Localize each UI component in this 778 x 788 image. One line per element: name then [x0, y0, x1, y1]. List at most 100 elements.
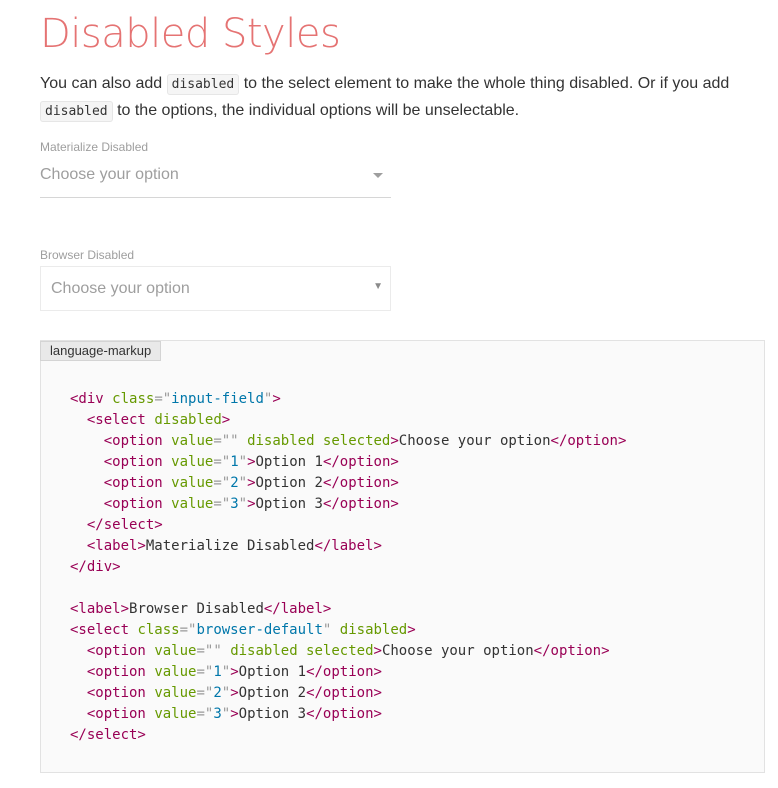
code-line: <label>Materialize Disabled</label>: [70, 538, 382, 554]
code-token: value: [171, 496, 214, 512]
code-line: <option value="2">Option 2</option>: [70, 685, 382, 701]
code-token: >: [221, 412, 231, 428]
code-line: </select>: [70, 517, 163, 533]
code-token: </option>: [306, 706, 382, 722]
code-token: </select>: [70, 727, 146, 743]
code-token: ": [238, 475, 248, 491]
code-token: =": [196, 685, 214, 701]
code-token: </option>: [550, 433, 627, 449]
code-token: >: [247, 475, 256, 491]
code-token: 1: [230, 454, 239, 470]
description-code-1: disabled: [166, 74, 240, 95]
code-token: Materialize Disabled: [145, 538, 315, 554]
code-token: >: [407, 622, 416, 638]
code-token: ="": [213, 433, 239, 449]
code-token: value: [154, 664, 197, 680]
code-token: class: [137, 622, 180, 638]
description-text-3: to the options, the individual options w…: [112, 102, 520, 119]
code-line: <label>Browser Disabled</label>: [70, 601, 331, 617]
code-language-tag: language-markup: [40, 341, 162, 361]
code-line: </select>: [70, 727, 146, 743]
code-token: </select>: [86, 517, 163, 533]
code-token: value: [171, 475, 214, 491]
code-token: Option 3: [255, 496, 323, 512]
code-token: Option 1: [238, 664, 307, 680]
code-token: =": [154, 391, 172, 407]
code-token: <option: [86, 664, 146, 680]
code-token: ": [221, 664, 231, 680]
code-token: >: [373, 643, 382, 659]
code-token: 2: [213, 685, 222, 701]
code-line: <option value="2">Option 2</option>: [70, 475, 399, 491]
code-token: =": [196, 664, 214, 680]
description-code-2: disabled: [40, 101, 113, 122]
code-token: disabled selected: [230, 643, 374, 659]
code-token: </label>: [263, 601, 332, 617]
code-token: >: [230, 706, 239, 722]
code-token: Choose your option: [398, 433, 551, 449]
code-token: value: [154, 685, 197, 701]
code-token: ": [238, 496, 248, 512]
page: Disabled Styles You can also add disable…: [0, 0, 778, 788]
code-token: Option 2: [255, 475, 323, 491]
code-token: class: [112, 391, 155, 407]
code-token: Option 1: [255, 454, 323, 470]
code-line: <option value="1">Option 1</option>: [70, 664, 382, 680]
materialize-disabled-select: Choose your option: [40, 160, 391, 198]
code-token: >: [230, 664, 239, 680]
code-token: value: [154, 643, 197, 659]
code-token: <option: [103, 496, 163, 512]
code-content: <div class="input-field"> <select disabl…: [70, 389, 626, 746]
code-token: Choose your option: [381, 643, 534, 659]
code-token: disabled: [339, 622, 408, 638]
browser-disabled-label: Browser Disabled: [40, 248, 135, 262]
code-line: </div>: [70, 559, 121, 575]
code-token: <div: [70, 391, 104, 407]
code-token: disabled: [154, 412, 222, 428]
caret-down-icon: ▼: [373, 281, 383, 292]
code-token: </option>: [533, 643, 610, 659]
code-line: <option value="" disabled selected>Choos…: [70, 433, 627, 449]
browser-disabled-select: Choose your option ▼: [40, 266, 391, 311]
materialize-disabled-label: Materialize Disabled: [40, 140, 149, 154]
code-token: ": [238, 454, 248, 470]
browser-select-value: Choose your option: [51, 280, 190, 297]
code-token: 3: [213, 706, 222, 722]
code-token: <select: [70, 622, 130, 638]
code-token: </option>: [322, 475, 399, 491]
code-line: <option value="1">Option 1</option>: [70, 454, 399, 470]
code-token: 1: [213, 664, 222, 680]
code-line: <select class="browser-default" disabled…: [70, 622, 416, 638]
code-token: >: [272, 391, 281, 407]
code-token: value: [171, 433, 214, 449]
code-token: </option>: [306, 685, 382, 701]
page-title: Disabled Styles: [40, 11, 341, 57]
code-token: <option: [86, 706, 146, 722]
code-token: </option>: [322, 454, 399, 470]
code-token: =": [179, 622, 197, 638]
code-token: browser-default: [196, 622, 323, 638]
code-token: >: [230, 685, 239, 701]
code-token: ": [221, 685, 231, 701]
code-token: </div>: [70, 559, 121, 575]
code-token: >: [247, 454, 256, 470]
code-token: </option>: [306, 664, 382, 680]
code-token: </label>: [314, 538, 382, 554]
code-line: <option value="" disabled selected>Choos…: [70, 643, 610, 659]
code-token: <option: [86, 643, 146, 659]
code-line: <div class="input-field">: [70, 391, 281, 407]
code-token: input-field: [171, 391, 264, 407]
code-token: =": [213, 475, 231, 491]
